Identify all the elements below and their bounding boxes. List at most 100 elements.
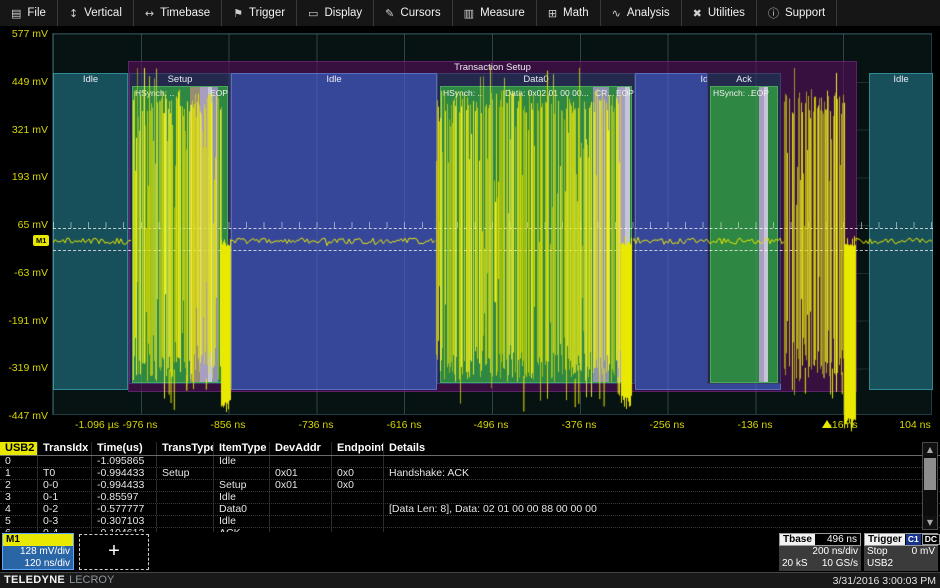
table-cell[interactable]: 0x01 [270, 468, 332, 479]
m1-tdiv: 120 ns/div [24, 557, 70, 569]
table-cell[interactable]: 0x0 [332, 480, 384, 491]
time-tick-label: -1.096 µs [75, 419, 119, 431]
table-cell[interactable] [270, 504, 332, 515]
table-cell[interactable] [157, 480, 214, 491]
table-cell[interactable]: [Data Len: 8], Data: 02 01 00 00 88 00 0… [384, 504, 940, 515]
scroll-down-icon[interactable]: ▼ [923, 516, 937, 529]
table-cell[interactable] [384, 516, 940, 527]
table-cell[interactable]: 3 [0, 492, 38, 503]
table-row[interactable]: 2 0-0 -0.994433 Setup 0x01 0x0 [0, 480, 940, 492]
table-cell[interactable] [332, 516, 384, 527]
table-cell[interactable]: Setup [214, 480, 270, 491]
table-row[interactable]: 4 0-2 -0.577777 Data0 [Data Len: 8], Data: 0… [0, 504, 940, 516]
menu-item-timebase[interactable]: ↔ Timebase [134, 0, 223, 26]
menu-item-file[interactable]: ▤ File [0, 0, 58, 26]
table-cell[interactable]: 0-3 [38, 516, 92, 527]
idle-band-outer[interactable]: Idle [869, 73, 933, 390]
table-cell[interactable]: -0.577777 [92, 504, 157, 515]
table-cell[interactable] [270, 516, 332, 527]
scroll-up-icon[interactable]: ▲ [923, 443, 937, 456]
table-cell[interactable] [270, 456, 332, 467]
field-strip [212, 87, 218, 382]
menu-item-support[interactable]: ⓘ Support [757, 0, 838, 26]
idle-band-outer[interactable]: Idle [53, 73, 128, 390]
add-trace-button[interactable]: + [79, 534, 149, 570]
table-scrollbar[interactable]: ▲ ▼ [922, 442, 938, 530]
table-cell[interactable] [332, 456, 384, 467]
table-cell[interactable]: Idle [214, 456, 270, 467]
menu-item-trigger[interactable]: ⚑ Trigger [222, 0, 298, 26]
time-tick-label: -856 ns [210, 419, 246, 431]
table-cell[interactable]: 0-1 [38, 492, 92, 503]
cursor-line-upper[interactable] [53, 228, 933, 229]
scrollbar-thumb[interactable] [924, 458, 936, 490]
idle-band-label: Idle [893, 74, 909, 85]
menu-item-utilities[interactable]: ✖ Utilities [682, 0, 757, 26]
voltage-tick-label: -63 mV [14, 266, 48, 279]
table-row[interactable]: 3 0-1 -0.85597 Idle [0, 492, 940, 504]
cursor-line-lower[interactable] [53, 250, 933, 251]
table-cell[interactable] [332, 504, 384, 515]
field-label: EOP [751, 88, 769, 98]
field-strip [617, 87, 625, 382]
table-cell[interactable]: 1 [0, 468, 38, 479]
table-cell[interactable]: 4 [0, 504, 38, 515]
table-cell[interactable] [332, 492, 384, 503]
table-cell[interactable]: Setup [157, 468, 214, 479]
trigger-icon: ⚑ [233, 6, 244, 20]
table-cell[interactable]: 0x0 [332, 468, 384, 479]
table-cell[interactable] [38, 456, 92, 467]
scope-display: 577 mV 449 mV 321 mV 193 mV 65 mV -63 mV -191 … [0, 26, 940, 442]
table-cell[interactable]: 2 [0, 480, 38, 491]
table-cell[interactable] [214, 468, 270, 479]
table-cell[interactable]: -0.307103 [92, 516, 157, 527]
table-cell[interactable]: -0.994433 [92, 468, 157, 479]
timebase-samples: 20 kS [782, 558, 808, 569]
table-cell[interactable] [270, 492, 332, 503]
menu-item-vertical[interactable]: ↕ Vertical [58, 0, 134, 26]
table-row[interactable]: 0 -1.095865 Idle [0, 456, 940, 468]
table-cell[interactable]: 0-2 [38, 504, 92, 515]
table-cell[interactable]: 0x01 [270, 480, 332, 491]
table-cell[interactable]: 5 [0, 516, 38, 527]
trigger-box[interactable]: Trigger C1 DC Stop 0 mV USB2 [864, 533, 940, 571]
table-cell[interactable]: -1.095865 [92, 456, 157, 467]
trigger-mode: Stop [867, 546, 888, 557]
timebase-tdiv: 200 ns/div [812, 546, 858, 557]
menu-item-math[interactable]: ⊞ Math [537, 0, 601, 26]
menu-item-cursors[interactable]: ✎ Cursors [374, 0, 453, 26]
table-cell[interactable]: 0-0 [38, 480, 92, 491]
channel-offset-marker[interactable]: M1 [33, 235, 50, 246]
table-cell[interactable]: 0 [0, 456, 38, 467]
table-cell[interactable] [384, 480, 940, 491]
table-row[interactable]: 5 0-3 -0.307103 Idle [0, 516, 940, 528]
menu-item-display[interactable]: ▭ Display [297, 0, 375, 26]
timebase-delay: 496 ns [814, 534, 860, 545]
menu-item-analysis[interactable]: ∿ Analysis [601, 0, 682, 26]
time-tick-label: -16 ns [828, 419, 858, 431]
table-cell[interactable]: -0.85597 [92, 492, 157, 503]
table-cell[interactable] [157, 516, 214, 527]
table-cell[interactable]: Data0 [214, 504, 270, 515]
table-cell[interactable]: -0.994433 [92, 480, 157, 491]
table-cell[interactable] [157, 492, 214, 503]
table-cell[interactable] [384, 456, 940, 467]
table-cell[interactable]: Handshake: ACK [384, 468, 940, 479]
m1-vdiv: 128 mV/div [19, 546, 70, 557]
table-cell[interactable]: Idle [214, 516, 270, 527]
m1-descriptor-box[interactable]: M1 128 mV/div 120 ns/div [2, 533, 74, 570]
table-cell[interactable] [157, 456, 214, 467]
menu-item-measure[interactable]: ▥ Measure [453, 0, 537, 26]
table-row[interactable]: 1 T0 -0.994433 Setup 0x01 0x0 Handshake: ACK [0, 468, 940, 480]
idle-band-idle[interactable]: Idle [231, 73, 437, 390]
table-cell[interactable]: Idle [214, 492, 270, 503]
waveform-grid[interactable]: Transaction Setup Idle Idle Setup HSynch: ..… [52, 33, 933, 438]
timebase-box[interactable]: Tbase 496 ns 200 ns/div 20 kS 10 GS/s [779, 533, 861, 571]
trigger-title: Trigger [865, 534, 905, 545]
measure-icon: ▥ [463, 6, 475, 20]
table-cell[interactable] [384, 492, 940, 503]
status-bar: M1 128 mV/div 120 ns/div + Tbase 496 ns … [0, 532, 940, 572]
table-cell[interactable]: T0 [38, 468, 92, 479]
time-tick-label: -976 ns [122, 419, 158, 431]
table-cell[interactable] [157, 504, 214, 515]
